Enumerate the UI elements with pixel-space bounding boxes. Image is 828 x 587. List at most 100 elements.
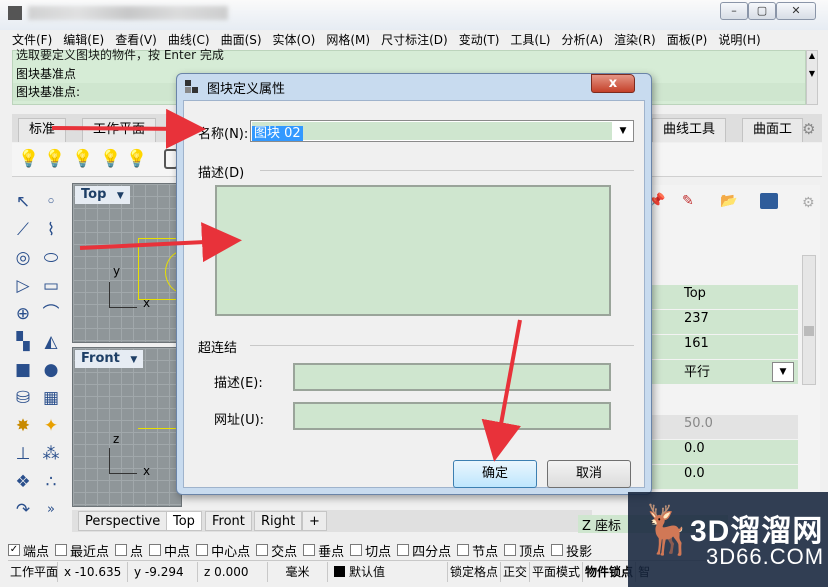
light-on-icon[interactable]: 💡 [44,148,66,170]
undo-curve-icon[interactable]: ↷ [10,497,36,523]
viewport-top-title[interactable]: Top ▼ [75,186,130,204]
gear-icon[interactable]: ⚙ [802,195,815,211]
prop-row-projection[interactable]: 平行 ▼ [648,360,798,384]
tab-standard[interactable]: 标准 [18,118,67,142]
menu-file[interactable]: 文件(F) [12,31,52,48]
light-swap-icon[interactable]: 💡 [126,148,148,170]
checkbox[interactable] [457,544,470,556]
panel-scrollbar[interactable] [802,255,816,385]
maximize-button[interactable]: ▢ [748,2,776,20]
sphere-icon[interactable]: ● [38,357,64,383]
viewport-front-title[interactable]: Front ▼ [75,350,144,368]
checkbox[interactable] [256,544,269,556]
status-grid-snap[interactable]: 锁定格点 [448,561,502,582]
name-input[interactable]: 图块 02 [252,122,612,141]
menu-transform[interactable]: 变动(T) [459,31,500,48]
surface-icon[interactable]: ▚ [10,329,36,355]
tab-curve-tools[interactable]: 曲线工具 [652,118,727,142]
chevron-down-icon[interactable]: ▼ [615,123,631,139]
checkbox[interactable]: ✓ [8,544,20,556]
menu-tools[interactable]: 工具(L) [510,31,550,48]
snap-point[interactable]: 点 [115,541,143,560]
rectangle-icon[interactable]: ▭ [38,273,64,299]
move-icon[interactable]: ⊥ [10,441,36,467]
tab-right[interactable]: Right [254,511,303,531]
folder-icon[interactable]: 📂 [720,193,737,209]
description-textarea[interactable] [215,185,611,316]
tab-surface-tools[interactable]: 曲面工 [742,118,804,142]
link-description-input[interactable] [293,363,611,391]
checkbox[interactable] [551,544,564,556]
snap-quadrant[interactable]: 四分点 [397,541,451,560]
menu-mesh[interactable]: 网格(M) [326,31,370,48]
snap-midpoint[interactable]: 中点 [149,541,190,560]
checkbox[interactable] [115,544,128,556]
menu-curve[interactable]: 曲线(C) [168,31,210,48]
scroll-thumb[interactable] [804,326,814,336]
snap-center[interactable]: 中心点 [196,541,250,560]
minimize-button[interactable]: – [720,2,748,20]
box-icon[interactable]: ■ [10,357,36,383]
snap-knot[interactable]: 节点 [457,541,498,560]
snap-near[interactable]: 最近点 [55,541,109,560]
name-combobox[interactable]: 图块 02 ▼ [250,120,634,142]
status-cplane[interactable]: 工作平面 [8,561,58,582]
light-off-icon[interactable]: 💡 [18,148,40,170]
tab-perspective[interactable]: Perspective [78,511,168,531]
chevron-down-icon[interactable]: ▼ [117,191,124,201]
checkbox[interactable] [55,544,68,556]
group-icon[interactable]: ❖ [10,469,36,495]
curve-icon[interactable]: ⌇ [38,217,64,243]
checkbox[interactable] [149,544,162,556]
viewport-front[interactable]: Front ▼ z x [72,347,182,507]
ellipse-icon[interactable]: ⬭ [38,245,64,271]
snap-tangent[interactable]: 切点 [350,541,391,560]
status-layer[interactable]: 默认值 [328,561,448,582]
url-input[interactable] [293,402,611,430]
point-icon[interactable]: ◦ [38,189,64,215]
close-icon[interactable]: x [591,74,635,93]
menu-analyze[interactable]: 分析(A) [561,31,603,48]
snap-vertex[interactable]: 顶点 [504,541,545,560]
checkbox[interactable] [303,544,316,556]
polyline-icon[interactable]: ⟋ [10,217,36,243]
cylinder-icon[interactable]: ⛁ [10,385,36,411]
checkbox[interactable] [504,544,517,556]
checkbox[interactable] [397,544,410,556]
snap-endpoint[interactable]: ✓ 端点 [8,541,49,560]
checkbox[interactable] [196,544,209,556]
checkbox[interactable] [350,544,363,556]
gear-tool-icon[interactable]: ✸ [10,413,36,439]
menu-surface[interactable]: 曲面(S) [221,31,262,48]
menu-panels[interactable]: 面板(P) [667,31,708,48]
menu-dimension[interactable]: 尺寸标注(D) [381,31,448,48]
snap-intersection[interactable]: 交点 [256,541,297,560]
pencil-icon[interactable]: ✎ [682,193,694,209]
status-planar[interactable]: 平面模式 [530,561,584,582]
menu-help[interactable]: 说明(H) [718,31,760,48]
gear-icon[interactable]: ⚙ [802,120,815,138]
menu-solid[interactable]: 实体(O) [273,31,316,48]
command-scrollbar[interactable]: ▲ ▼ [806,50,818,105]
loft-icon[interactable]: ◭ [38,329,64,355]
fillet-icon[interactable]: ⊕ [10,301,36,327]
tab-top[interactable]: Top [166,511,202,531]
menu-edit[interactable]: 编辑(E) [63,31,104,48]
menu-view[interactable]: 查看(V) [115,31,157,48]
tab-cplanes[interactable]: 工作平面 [82,118,157,142]
light-lock-icon[interactable]: 💡 [100,148,122,170]
close-window-button[interactable]: ✕ [776,2,816,20]
light-select-icon[interactable]: 💡 [72,148,94,170]
circle-icon[interactable]: ◎ [10,245,36,271]
arc-icon[interactable]: ⌒ [38,301,64,327]
points-icon[interactable]: ∴ [38,469,64,495]
ok-button[interactable]: 确定 [453,460,537,488]
help-panel-icon[interactable] [760,193,778,209]
polygon-icon[interactable]: ▷ [10,273,36,299]
snap-perpendicular[interactable]: 垂点 [303,541,344,560]
viewport-top[interactable]: Top ▼ y x [72,183,182,343]
add-viewport-icon[interactable]: + [302,511,327,531]
array-icon[interactable]: ⁂ [38,441,64,467]
cancel-button[interactable]: 取消 [547,460,631,488]
expand-chevron-icon[interactable]: » [38,497,64,523]
